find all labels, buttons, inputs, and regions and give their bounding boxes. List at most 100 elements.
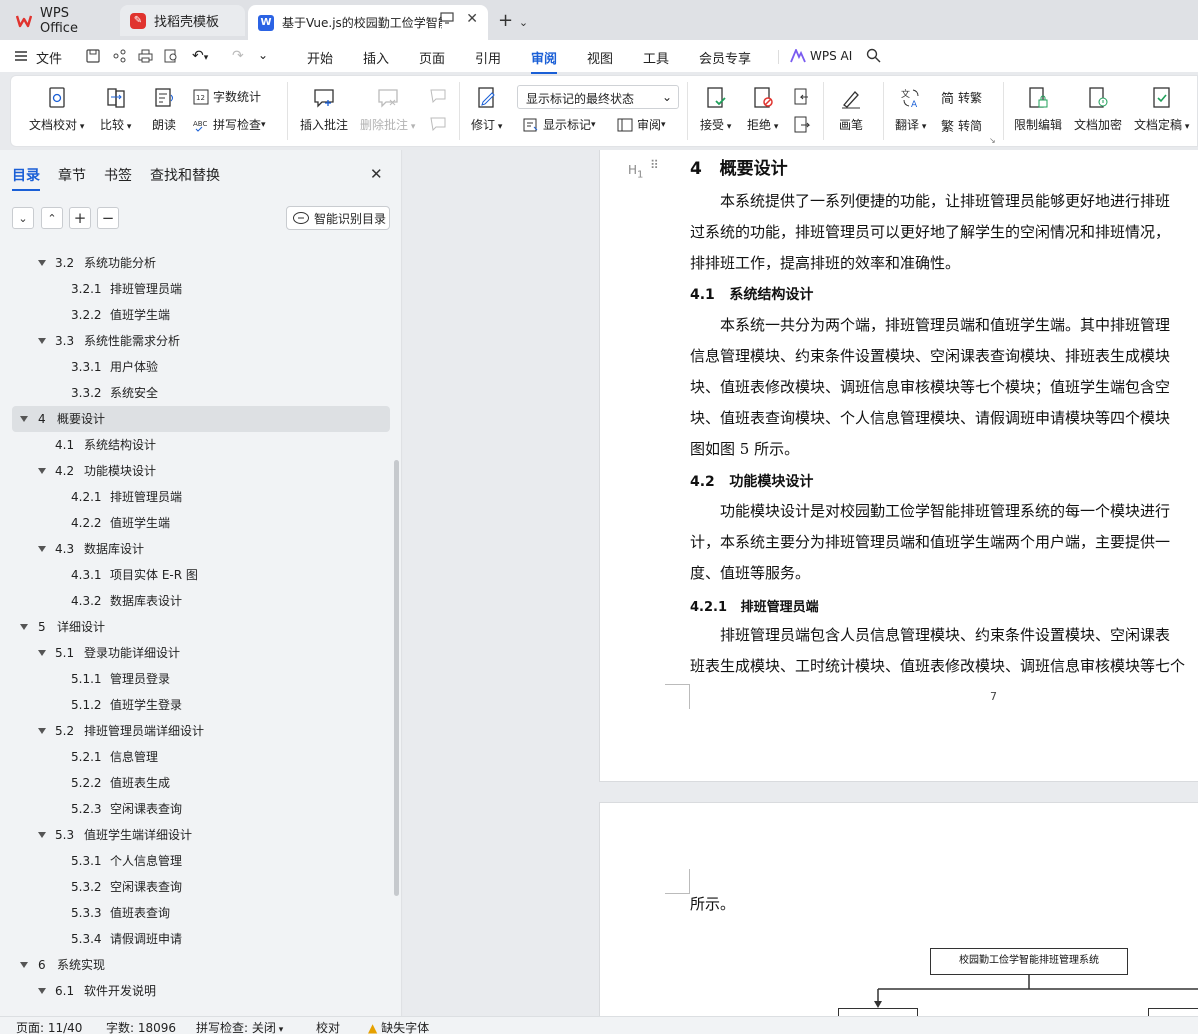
to-traditional-button[interactable]: 简 转繁 <box>941 88 982 107</box>
group-expand-icon[interactable]: ↘ <box>989 136 996 145</box>
restrict-edit-button[interactable]: 限制编辑 <box>1014 86 1062 133</box>
tab-wps-office[interactable]: WPS Office <box>6 5 116 36</box>
expand-triangle-icon[interactable] <box>38 988 46 994</box>
next-comment-icon[interactable] <box>429 116 447 132</box>
print-icon[interactable] <box>138 49 153 63</box>
tab-document[interactable]: W 基于Vue.js的校园勤工俭学智能 ✕ <box>248 5 488 40</box>
markup-mode-select[interactable]: 显示标记的最终状态 ⌄ <box>517 85 679 109</box>
menu-home[interactable]: 开始 <box>307 48 333 67</box>
toc-item[interactable]: 5.3.4 请假调班申请 <box>12 926 390 952</box>
add-heading-button[interactable]: + <box>69 207 91 229</box>
undo-icon[interactable]: ↶▾ <box>192 48 208 64</box>
wps-ai-button[interactable]: WPS AI <box>810 49 852 63</box>
nav-tab-toc[interactable]: 目录 <box>12 165 40 191</box>
drag-handle-icon[interactable]: ⠿ <box>650 159 659 171</box>
expand-triangle-icon[interactable] <box>38 338 46 344</box>
redo-icon[interactable]: ↷ <box>232 48 244 64</box>
remove-heading-button[interactable]: − <box>97 207 119 229</box>
proofread-status[interactable]: 校对 <box>316 1019 340 1034</box>
nav-tab-find-replace[interactable]: 查找和替换 <box>150 165 220 185</box>
menu-view[interactable]: 视图 <box>587 48 613 67</box>
toc-item[interactable]: 5.1.2 值班学生登录 <box>12 692 390 718</box>
to-simplified-button[interactable]: 繁 转简 <box>941 116 982 135</box>
page-indicator[interactable]: 页面: 11/40 <box>16 1019 82 1034</box>
expand-triangle-icon[interactable] <box>20 416 28 422</box>
toc-item[interactable]: 4.3.2 数据库表设计 <box>12 588 390 614</box>
toc-item[interactable]: 3.2.1 排班管理员端 <box>12 276 390 302</box>
nav-tab-chapters[interactable]: 章节 <box>58 165 86 185</box>
doc-check-button[interactable]: 文档校对 ▾ <box>29 86 84 133</box>
word-count-button[interactable]: 12 字数统计 <box>193 88 261 105</box>
toc-item[interactable]: 4.2.2 值班学生端 <box>12 510 390 536</box>
expand-triangle-icon[interactable] <box>38 546 46 552</box>
next-change-icon[interactable] <box>793 116 811 134</box>
compare-button[interactable]: 比较 ▾ <box>100 86 131 133</box>
spell-check-button[interactable]: ABC 拼写检查 ▾ <box>193 116 266 133</box>
toc-item[interactable]: 5.2.3 空闲课表查询 <box>12 796 390 822</box>
toc-item[interactable]: 6.1 软件开发说明 <box>12 978 390 1004</box>
word-count-indicator[interactable]: 字数: 18096 <box>106 1019 176 1034</box>
prev-change-icon[interactable] <box>793 88 811 106</box>
insert-comment-button[interactable]: 插入批注 <box>300 86 348 133</box>
monitor-icon[interactable] <box>440 12 454 24</box>
collapse-button[interactable]: ⌄ <box>12 207 34 229</box>
smart-toc-button[interactable]: 智能识别目录 <box>286 206 390 230</box>
encrypt-button[interactable]: 文档加密 <box>1074 86 1122 133</box>
read-aloud-button[interactable]: 朗读 <box>152 86 176 133</box>
expand-triangle-icon[interactable] <box>38 468 46 474</box>
spell-check-status[interactable]: 拼写检查: 关闭 ▾ <box>196 1019 283 1034</box>
file-menu[interactable]: 文件 <box>36 48 62 67</box>
accept-button[interactable]: 接受 ▾ <box>700 86 731 133</box>
print-preview-icon[interactable] <box>164 49 179 63</box>
toc-item[interactable]: 5.2.2 值班表生成 <box>12 770 390 796</box>
toc-item[interactable]: 3.3 系统性能需求分析 <box>12 328 390 354</box>
menu-insert[interactable]: 插入 <box>363 48 389 67</box>
delete-comment-button[interactable]: 删除批注 ▾ <box>360 86 415 133</box>
toc-item[interactable]: 5.2 排班管理员端详细设计 <box>12 718 390 744</box>
share-icon[interactable] <box>112 49 126 63</box>
expand-triangle-icon[interactable] <box>20 962 28 968</box>
toc-scrollbar[interactable] <box>394 460 399 896</box>
menu-references[interactable]: 引用 <box>475 48 501 67</box>
toc-item[interactable]: 3.3.1 用户体验 <box>12 354 390 380</box>
missing-font-status[interactable]: ▲ 缺失字体 <box>368 1019 429 1034</box>
toc-item[interactable]: 5.3.3 值班表查询 <box>12 900 390 926</box>
toc-item[interactable]: 5.2.1 信息管理 <box>12 744 390 770</box>
toc-item[interactable]: 4.2 功能模块设计 <box>12 458 390 484</box>
hamburger-icon[interactable] <box>14 50 28 62</box>
toc-item[interactable]: 4.3 数据库设计 <box>12 536 390 562</box>
menu-member[interactable]: 会员专享 <box>699 48 751 67</box>
prev-comment-icon[interactable] <box>429 88 447 104</box>
track-changes-button[interactable]: 修订 ▾ <box>471 86 502 133</box>
toc-item[interactable]: 3.2 系统功能分析 <box>12 250 390 276</box>
toc-item[interactable]: 3.3.2 系统安全 <box>12 380 390 406</box>
reject-button[interactable]: 拒绝 ▾ <box>747 86 778 133</box>
toc-item[interactable]: 5.3.2 空闲课表查询 <box>12 874 390 900</box>
review-pane-button[interactable]: 审阅 ▾ <box>617 116 666 133</box>
toc-item[interactable]: 5.3.1 个人信息管理 <box>12 848 390 874</box>
search-icon[interactable] <box>866 48 881 63</box>
new-tab-button[interactable]: + ⌄ <box>498 10 528 31</box>
expand-triangle-icon[interactable] <box>20 624 28 630</box>
toc-item[interactable]: 4.1 系统结构设计 <box>12 432 390 458</box>
menu-page[interactable]: 页面 <box>419 48 445 67</box>
show-markup-button[interactable]: 显示标记 ▾ <box>523 116 596 133</box>
finalize-button[interactable]: 文档定稿 ▾ <box>1134 86 1189 133</box>
heading-marker-icon[interactable]: H1 <box>628 163 643 180</box>
toc-item[interactable]: 5.3 值班学生端详细设计 <box>12 822 390 848</box>
translate-button[interactable]: 文A 翻译 ▾ <box>895 86 926 133</box>
more-chevron-icon[interactable]: ⌄ <box>258 48 268 62</box>
nav-tab-bookmarks[interactable]: 书签 <box>104 165 132 185</box>
toc-item[interactable]: 4.2.1 排班管理员端 <box>12 484 390 510</box>
expand-up-button[interactable]: ⌃ <box>41 207 63 229</box>
toc-item[interactable]: 4 概要设计 <box>12 406 390 432</box>
toc-item[interactable]: 3.2.2 值班学生端 <box>12 302 390 328</box>
menu-review[interactable]: 审阅 <box>531 48 558 74</box>
toc-item[interactable]: 5 详细设计 <box>12 614 390 640</box>
toc-item[interactable]: 5.1.1 管理员登录 <box>12 666 390 692</box>
expand-triangle-icon[interactable] <box>38 650 46 656</box>
expand-triangle-icon[interactable] <box>38 260 46 266</box>
pen-button[interactable]: 画笔 <box>839 86 863 133</box>
save-icon[interactable] <box>86 49 100 63</box>
close-icon[interactable]: ✕ <box>466 11 478 27</box>
